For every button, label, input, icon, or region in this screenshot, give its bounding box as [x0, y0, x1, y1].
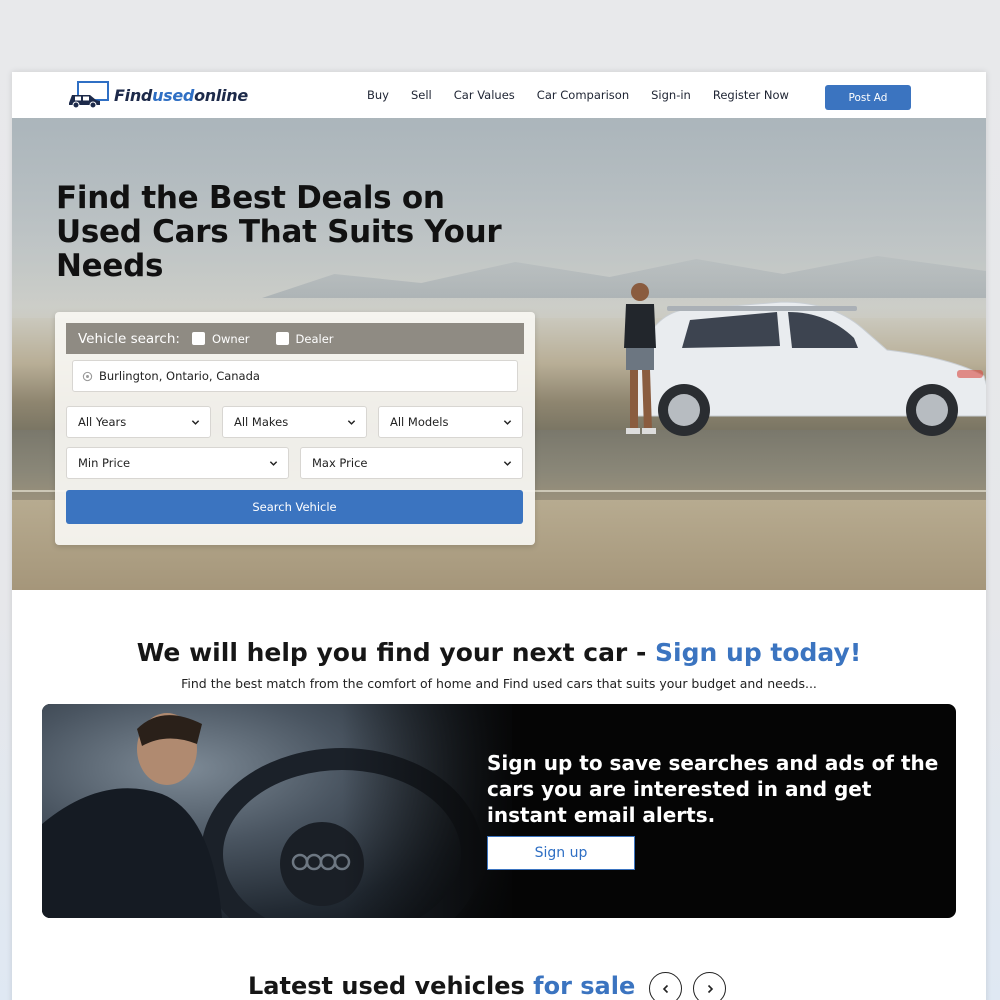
checkbox-box[interactable]	[275, 332, 289, 345]
dealer-checkbox[interactable]: Dealer	[275, 331, 334, 346]
nav-sign-in[interactable]: Sign-in	[651, 88, 691, 102]
years-select[interactable]: All Years	[66, 406, 211, 438]
nav-register-now[interactable]: Register Now	[713, 88, 789, 102]
logo-text: Findusedonline	[114, 85, 248, 105]
latest-vehicles-heading: Latest used vehicles for sale	[248, 972, 635, 1000]
signup-banner: Sign up to save searches and ads of the …	[42, 704, 956, 918]
nav-car-comparison[interactable]: Car Comparison	[537, 88, 629, 102]
chevron-right-icon	[707, 984, 713, 993]
owner-label: Owner	[211, 331, 250, 346]
person-image	[624, 283, 656, 434]
models-select[interactable]: All Models	[378, 406, 523, 438]
vehicle-search-card: Vehicle search: Owner Dealer Burlington,…	[55, 312, 535, 545]
dealer-label: Dealer	[295, 331, 334, 346]
help-heading: We will help you find your next car - Si…	[12, 638, 986, 667]
nav-sell[interactable]: Sell	[411, 88, 432, 102]
hero-title: Find the Best Deals on Used Cars That Su…	[56, 180, 502, 284]
max-price-select[interactable]: Max Price	[300, 447, 523, 479]
car-logo-icon	[69, 81, 109, 109]
min-price-value: Min Price	[78, 456, 131, 470]
makes-value: All Makes	[234, 415, 289, 429]
makes-select[interactable]: All Makes	[222, 406, 367, 438]
years-value: All Years	[78, 415, 127, 429]
owner-checkbox[interactable]: Owner	[191, 331, 250, 346]
checkbox-box[interactable]	[191, 332, 205, 345]
post-ad-button[interactable]: Post Ad	[825, 85, 911, 110]
search-header: Vehicle search: Owner Dealer	[66, 323, 524, 354]
hero-section: Find the Best Deals on Used Cars That Su…	[12, 118, 986, 590]
models-value: All Models	[390, 415, 449, 429]
location-input[interactable]: Burlington, Ontario, Canada	[72, 360, 518, 392]
chevron-down-icon	[269, 460, 278, 466]
nav-links: Buy Sell Car Values Car Comparison Sign-…	[367, 88, 811, 102]
nav-buy[interactable]: Buy	[367, 88, 389, 102]
page: Findusedonline Buy Sell Car Values Car C…	[12, 72, 986, 1000]
chevron-down-icon	[191, 419, 200, 425]
chevron-down-icon	[503, 460, 512, 466]
help-subtitle: Find the best match from the comfort of …	[181, 676, 817, 691]
chevron-down-icon	[347, 419, 356, 425]
chevron-down-icon	[503, 419, 512, 425]
search-vehicle-button[interactable]: Search Vehicle	[66, 490, 523, 524]
max-price-value: Max Price	[312, 456, 368, 470]
latest-heading-main: Latest used vehicles	[248, 972, 534, 1000]
help-heading-main: We will help you find your next car -	[136, 638, 656, 667]
search-label: Vehicle search:	[78, 330, 180, 347]
top-navbar: Findusedonline Buy Sell Car Values Car C…	[12, 72, 986, 118]
latest-heading-highlight: for sale	[533, 972, 636, 1000]
min-price-select[interactable]: Min Price	[66, 447, 289, 479]
prev-button[interactable]	[649, 972, 682, 1000]
help-heading-highlight[interactable]: Sign up today!	[655, 638, 861, 667]
chevron-left-icon	[662, 984, 668, 993]
sign-up-button[interactable]: Sign up	[487, 836, 635, 870]
location-pin-icon	[81, 370, 93, 382]
next-button[interactable]	[693, 972, 726, 1000]
banner-text: Sign up to save searches and ads of the …	[487, 751, 939, 827]
location-value: Burlington, Ontario, Canada	[99, 369, 260, 383]
nav-car-values[interactable]: Car Values	[454, 88, 515, 102]
logo[interactable]: Findusedonline	[66, 80, 248, 110]
